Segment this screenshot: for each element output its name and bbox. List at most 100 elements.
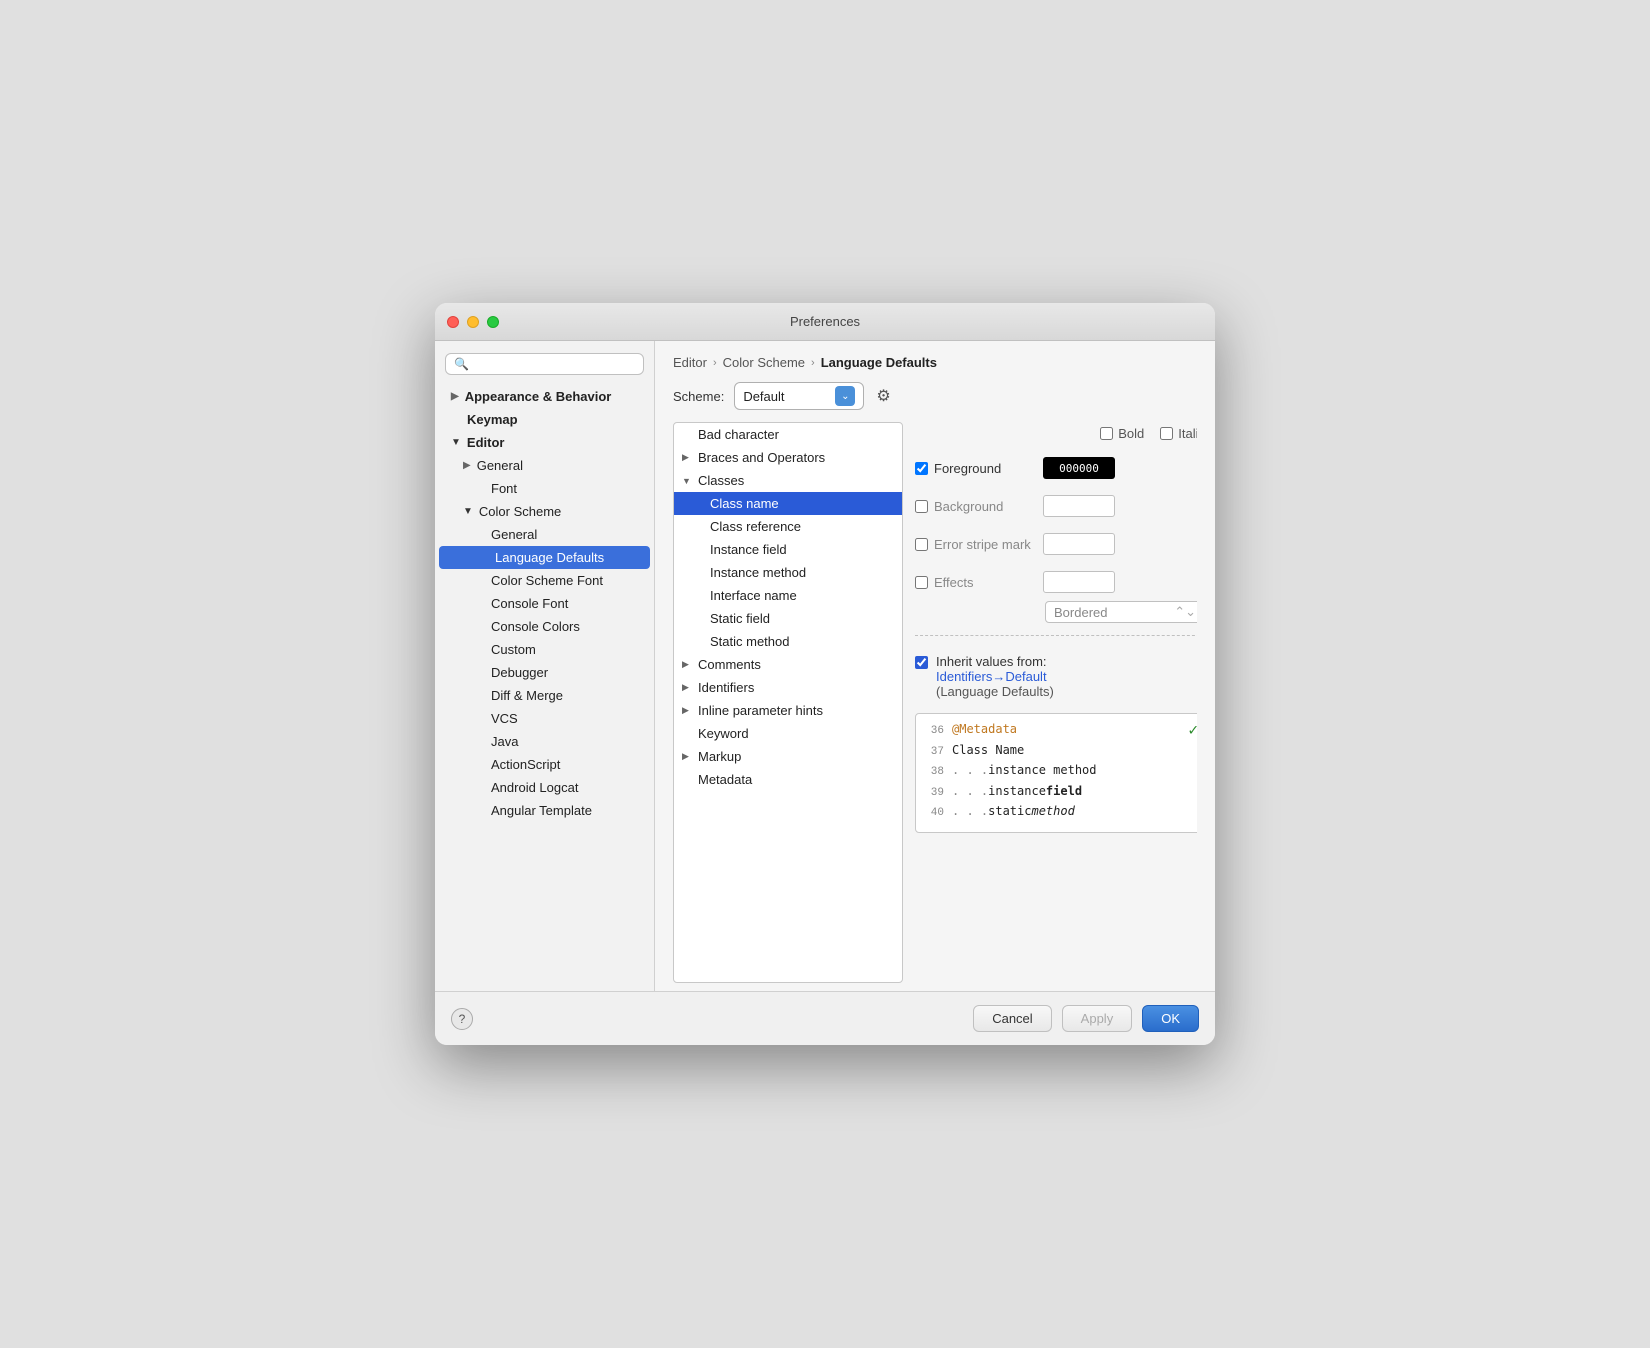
titlebar: Preferences — [435, 303, 1215, 341]
background-row: Background — [915, 491, 1197, 521]
sidebar-item-general[interactable]: ▶ General — [435, 454, 654, 477]
effects-type-dropdown[interactable]: Bordered ⌃⌄ — [1045, 601, 1197, 623]
sidebar-item-actionscript[interactable]: ActionScript — [435, 753, 654, 776]
effects-checkbox[interactable] — [915, 576, 928, 589]
tree-item-classes[interactable]: ▼ Classes — [674, 469, 902, 492]
breadcrumb-languagedefaults: Language Defaults — [821, 355, 937, 370]
sidebar-item-font[interactable]: Font — [435, 477, 654, 500]
close-button[interactable] — [447, 316, 459, 328]
divider — [915, 635, 1197, 636]
preview-area: ✓ 36 @Metadata 37 Class Name 38 . . . — [915, 713, 1197, 833]
sidebar-item-keymap[interactable]: Keymap — [435, 408, 654, 431]
tree-item-class-name[interactable]: Class name — [674, 492, 902, 515]
tree-triangle-icon: ▼ — [682, 476, 692, 486]
error-stripe-checkbox[interactable] — [915, 538, 928, 551]
right-panel: Bold Italic Foreground — [915, 422, 1197, 983]
tree-item-instance-field[interactable]: Instance field — [674, 538, 902, 561]
foreground-label: Foreground — [934, 461, 1001, 476]
tree-item-identifiers[interactable]: ▶ Identifiers — [674, 676, 902, 699]
effects-checkbox-group[interactable]: Effects — [915, 575, 1035, 590]
scheme-dropdown[interactable]: Default ⌄ — [734, 382, 864, 410]
inherit-link-row: Identifiers→Default — [936, 669, 1054, 684]
foreground-checkbox[interactable] — [915, 462, 928, 475]
error-stripe-checkbox-group[interactable]: Error stripe mark — [915, 537, 1035, 552]
ok-button[interactable]: OK — [1142, 1005, 1199, 1032]
effects-color-swatch[interactable] — [1043, 571, 1115, 593]
sidebar-item-language-defaults[interactable]: Language Defaults — [439, 546, 650, 569]
foreground-color-swatch[interactable]: 000000 — [1043, 457, 1115, 479]
preview-line-39: 39 . . . instance field — [924, 782, 1196, 803]
tree-item-static-method[interactable]: Static method — [674, 630, 902, 653]
tree-item-keyword[interactable]: Keyword — [674, 722, 902, 745]
sidebar-item-angular-template[interactable]: Angular Template — [435, 799, 654, 822]
tree-item-braces[interactable]: ▶ Braces and Operators — [674, 446, 902, 469]
sidebar-item-debugger[interactable]: Debugger — [435, 661, 654, 684]
chevron-icon: › — [713, 357, 717, 369]
sidebar-item-cs-font[interactable]: Color Scheme Font — [435, 569, 654, 592]
italic-checkbox[interactable] — [1160, 427, 1173, 440]
sidebar-item-vcs[interactable]: VCS — [435, 707, 654, 730]
sidebar-item-editor[interactable]: ▼ Editor — [435, 431, 654, 454]
preview-line-40: 40 . . . static method — [924, 802, 1196, 823]
tree-item-markup[interactable]: ▶ Markup — [674, 745, 902, 768]
preview-line-37: 37 Class Name — [924, 741, 1196, 762]
tree-item-instance-method[interactable]: Instance method — [674, 561, 902, 584]
background-color-swatch[interactable] — [1043, 495, 1115, 517]
sidebar-item-java[interactable]: Java — [435, 730, 654, 753]
sidebar-item-console-font[interactable]: Console Font — [435, 592, 654, 615]
error-stripe-color-swatch[interactable] — [1043, 533, 1115, 555]
tree-item-class-reference[interactable]: Class reference — [674, 515, 902, 538]
foreground-row: Foreground 000000 — [915, 453, 1197, 483]
preview-code-39-dots: . . . — [952, 782, 988, 801]
tree-triangle-icon — [694, 499, 704, 509]
tree-triangle-icon: ▶ — [682, 659, 692, 670]
tree-triangle-icon: ▶ — [682, 452, 692, 463]
sidebar-item-appearance[interactable]: ▶ Appearance & Behavior — [435, 385, 654, 408]
preview-line-38: 38 . . . instance method — [924, 761, 1196, 782]
line-number: 37 — [924, 744, 952, 762]
tree-triangle-icon — [694, 522, 704, 532]
tree-item-interface-name[interactable]: Interface name — [674, 584, 902, 607]
search-box[interactable]: 🔍 — [445, 353, 644, 375]
bold-option[interactable]: Bold — [1100, 426, 1144, 441]
search-input[interactable] — [473, 357, 635, 371]
sidebar-item-diff-merge[interactable]: Diff & Merge — [435, 684, 654, 707]
preview-code-40b: method — [1031, 802, 1074, 821]
help-button[interactable]: ? — [451, 1008, 473, 1030]
scheme-row: Scheme: Default ⌄ ⚙ — [673, 382, 1197, 410]
bold-checkbox[interactable] — [1100, 427, 1113, 440]
traffic-lights — [447, 316, 499, 328]
tree-item-inline-param[interactable]: ▶ Inline parameter hints — [674, 699, 902, 722]
chevron-icon: › — [811, 357, 815, 369]
preview-code-37: Class Name — [952, 741, 1024, 760]
apply-button[interactable]: Apply — [1062, 1005, 1133, 1032]
background-checkbox[interactable] — [915, 500, 928, 513]
maximize-button[interactable] — [487, 316, 499, 328]
triangle-icon: ▶ — [463, 460, 471, 471]
tree-item-bad-char[interactable]: Bad character — [674, 423, 902, 446]
inherit-label: Inherit values from: — [936, 654, 1054, 669]
gear-button[interactable]: ⚙ — [874, 384, 892, 408]
sidebar-item-console-colors[interactable]: Console Colors — [435, 615, 654, 638]
inherit-link[interactable]: Identifiers→Default — [936, 669, 1047, 684]
minimize-button[interactable] — [467, 316, 479, 328]
sidebar-item-android-logcat[interactable]: Android Logcat — [435, 776, 654, 799]
inherit-checkbox[interactable] — [915, 656, 928, 669]
tree-item-metadata[interactable]: Metadata — [674, 768, 902, 791]
tree-item-static-field[interactable]: Static field — [674, 607, 902, 630]
tree-list[interactable]: Bad character ▶ Braces and Operators ▼ C… — [673, 422, 903, 983]
background-checkbox-group[interactable]: Background — [915, 499, 1035, 514]
search-icon: 🔍 — [454, 357, 469, 371]
sidebar-item-cs-general[interactable]: General — [435, 523, 654, 546]
line-number: 40 — [924, 805, 952, 823]
effects-label: Effects — [934, 575, 974, 590]
italic-option[interactable]: Italic — [1160, 426, 1197, 441]
foreground-checkbox-group[interactable]: Foreground — [915, 461, 1035, 476]
cancel-button[interactable]: Cancel — [973, 1005, 1051, 1032]
sidebar-item-custom[interactable]: Custom — [435, 638, 654, 661]
tree-item-comments[interactable]: ▶ Comments — [674, 653, 902, 676]
sidebar-item-colorscheme[interactable]: ▼ Color Scheme — [435, 500, 654, 523]
main-panel: Editor › Color Scheme › Language Default… — [655, 341, 1215, 991]
preferences-window: Preferences 🔍 ▶ Appearance & Behavior Ke… — [435, 303, 1215, 1045]
tree-triangle-icon: ▶ — [682, 705, 692, 716]
